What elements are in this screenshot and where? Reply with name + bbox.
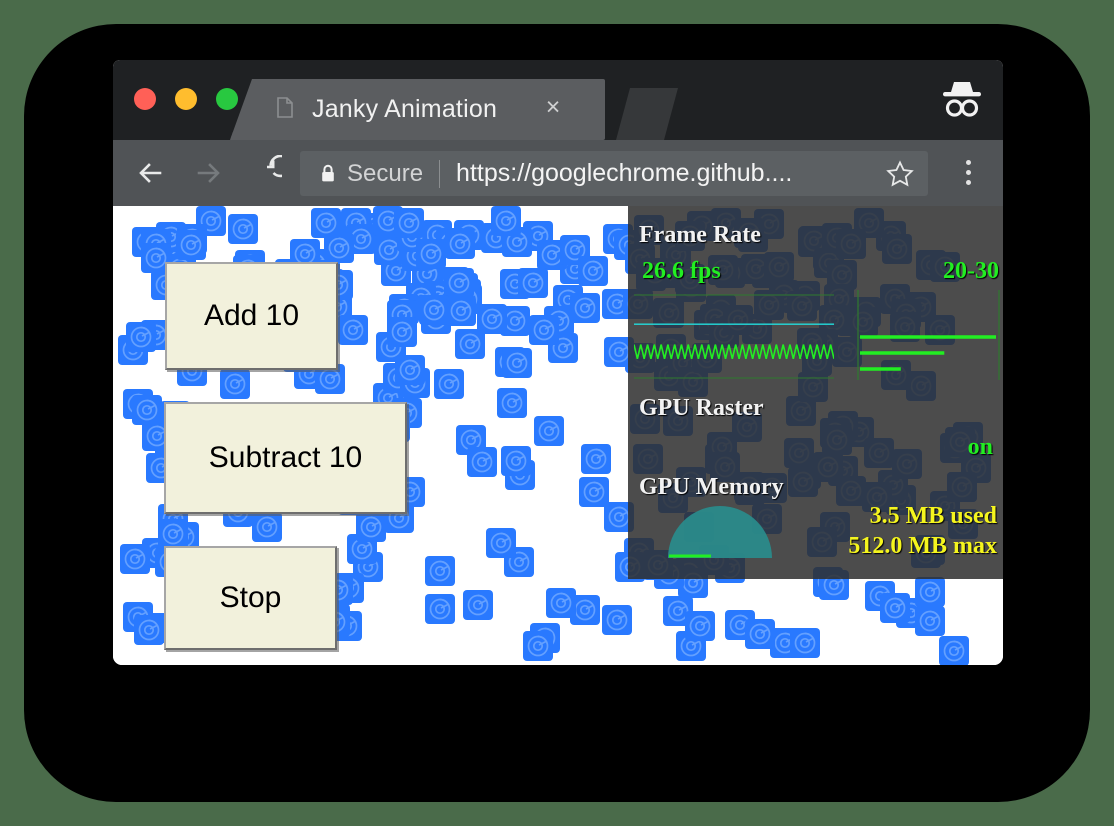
gpu-raster-value: on [968, 434, 993, 461]
chrome-logo-tile [120, 544, 150, 574]
chrome-logo-tile [745, 619, 775, 649]
browser-tab-active[interactable]: Janky Animation × [230, 79, 605, 140]
chrome-logo-tile [685, 611, 715, 641]
page-icon [277, 97, 293, 118]
chrome-logo-tile [356, 512, 386, 542]
chrome-logo-tile [425, 594, 455, 624]
chrome-logo-tile [501, 446, 531, 476]
chrome-logo-tile [939, 636, 969, 665]
chrome-logo-tile [176, 230, 206, 260]
security-status-label: Secure [347, 160, 423, 188]
browser-window: Janky Animation × [113, 60, 1003, 665]
chrome-logo-tile [419, 295, 449, 325]
address-bar[interactable]: Secure https://googlechrome.github.... [300, 151, 928, 196]
chrome-logo-tile [463, 590, 493, 620]
minimize-window-button[interactable] [175, 88, 197, 110]
tab-title: Janky Animation [312, 95, 497, 124]
frame-rate-histogram [856, 290, 1001, 380]
browser-toolbar: Secure https://googlechrome.github.... [113, 140, 1003, 206]
chrome-logo-tile [158, 519, 188, 549]
chrome-logo-tile [228, 214, 258, 244]
chrome-logo-tile [132, 395, 162, 425]
performance-hud-overlay: Frame Rate 26.6 fps 20-30 GPU Raster on … [628, 206, 1003, 579]
chrome-logo-tile [338, 315, 368, 345]
chrome-logo-tile [523, 631, 553, 661]
back-button[interactable] [133, 155, 169, 191]
browser-menu-button[interactable] [951, 156, 985, 190]
chrome-logo-tile [134, 615, 164, 645]
chrome-logo-tile [252, 512, 282, 542]
chrome-logo-tile [395, 355, 425, 385]
stop-button[interactable]: Stop [164, 546, 337, 650]
chrome-logo-tile [491, 206, 521, 236]
chrome-logo-tile [486, 528, 516, 558]
divider [439, 160, 440, 188]
chrome-logo-tile [790, 628, 820, 658]
gpu-memory-gauge [665, 501, 775, 563]
chrome-logo-tile [126, 322, 156, 352]
maximize-window-button[interactable] [216, 88, 238, 110]
chrome-logo-tile [455, 329, 485, 359]
chrome-logo-tile [518, 268, 548, 298]
frame-rate-value: 26.6 fps [642, 258, 721, 285]
chrome-logo-tile [467, 447, 497, 477]
chrome-logo-tile [446, 296, 476, 326]
page-viewport: Add 10 Subtract 10 Stop Frame Rate 26.6 … [113, 206, 1003, 665]
chrome-logo-tile [416, 239, 446, 269]
subtract-10-button[interactable]: Subtract 10 [164, 402, 407, 514]
tab-strip: Janky Animation × [113, 60, 1003, 140]
chrome-logo-tile [915, 577, 945, 607]
chrome-logo-tile [502, 348, 532, 378]
chrome-logo-tile [425, 556, 455, 586]
chrome-logo-tile [529, 315, 559, 345]
chrome-logo-tile [602, 605, 632, 635]
close-icon[interactable]: × [541, 96, 565, 120]
lock-icon [320, 164, 336, 183]
frame-rate-title: Frame Rate [639, 222, 761, 249]
forward-button [190, 155, 226, 191]
incognito-icon [935, 76, 989, 124]
url-text: https://googlechrome.github.... [456, 159, 792, 188]
frame-rate-graph [634, 294, 834, 379]
chrome-logo-tile [220, 369, 250, 399]
chrome-logo-tile [915, 606, 945, 636]
gpu-memory-max: 512.0 MB max [848, 533, 997, 560]
frame-rate-range: 20-30 [943, 258, 999, 285]
background-tab[interactable] [616, 88, 678, 140]
chrome-logo-tile [880, 593, 910, 623]
chrome-logo-tile [387, 317, 417, 347]
chrome-logo-tile [534, 416, 564, 446]
close-window-button[interactable] [134, 88, 156, 110]
window-controls [134, 88, 238, 110]
bookmark-star-icon[interactable] [886, 160, 914, 188]
gpu-memory-title: GPU Memory [639, 474, 784, 501]
chrome-logo-tile [434, 369, 464, 399]
gpu-memory-used: 3.5 MB used [870, 503, 997, 530]
chrome-logo-tile [546, 588, 576, 618]
gpu-raster-title: GPU Raster [639, 395, 764, 422]
chrome-logo-tile [444, 268, 474, 298]
chrome-logo-tile [311, 208, 341, 238]
chrome-logo-tile [394, 208, 424, 238]
chrome-logo-tile [497, 388, 527, 418]
chrome-logo-tile [581, 444, 611, 474]
chrome-logo-tile [445, 229, 475, 259]
chrome-logo-tile [578, 256, 608, 286]
reload-icon[interactable] [246, 155, 282, 191]
add-10-button[interactable]: Add 10 [165, 262, 338, 370]
chrome-logo-tile [570, 293, 600, 323]
